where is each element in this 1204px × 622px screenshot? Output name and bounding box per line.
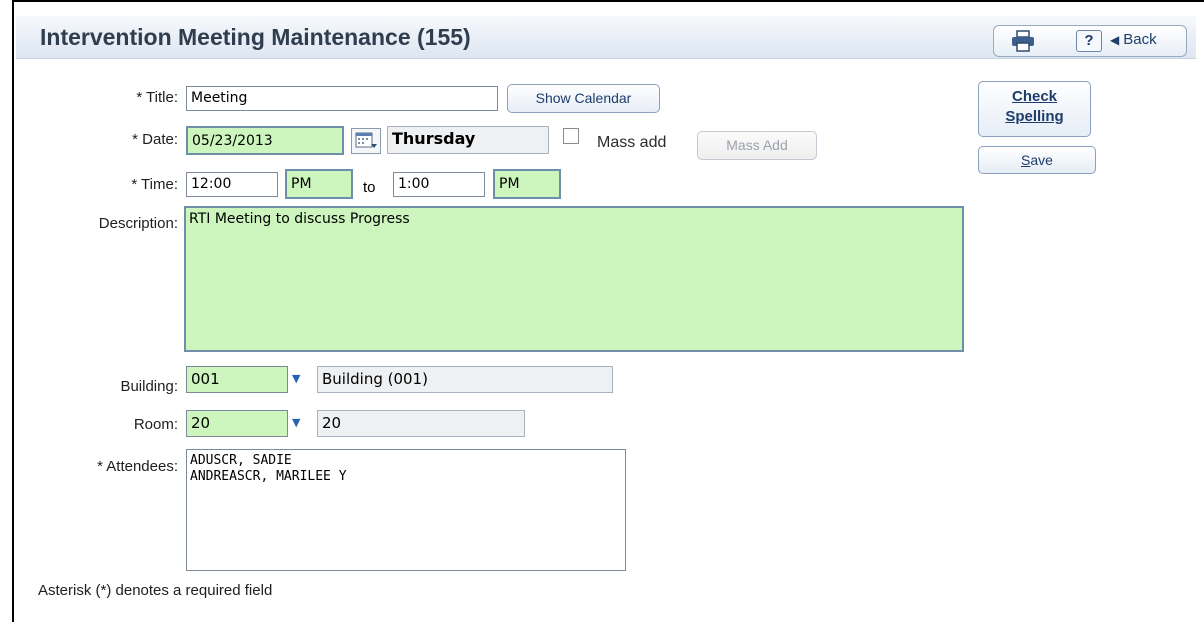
to-label: to bbox=[363, 179, 376, 196]
back-button[interactable]: ◀ Back bbox=[1110, 31, 1157, 48]
page-title: Intervention Meeting Maintenance (155) bbox=[40, 24, 471, 50]
start-time-input[interactable]: 12:00 bbox=[186, 172, 278, 197]
mass-add-button[interactable]: Mass Add bbox=[697, 131, 817, 160]
printer-icon[interactable] bbox=[1010, 30, 1036, 52]
mass-add-checkbox[interactable] bbox=[563, 128, 579, 144]
attendees-label: * Attendees: bbox=[97, 458, 178, 475]
room-code-input[interactable]: 20 bbox=[186, 410, 288, 437]
calendar-icon[interactable] bbox=[351, 128, 381, 154]
title-input[interactable]: Meeting bbox=[186, 86, 498, 111]
save-button[interactable]: Save bbox=[978, 146, 1096, 174]
title-label: * Title: bbox=[136, 89, 178, 106]
back-arrow-icon: ◀ bbox=[1110, 33, 1120, 47]
check-spelling-line1: Check bbox=[1011, 88, 1058, 105]
date-input[interactable]: 05/23/2013 bbox=[186, 126, 344, 155]
dropdown-caret-icon[interactable]: ▼ bbox=[292, 372, 300, 385]
attendees-listbox[interactable]: ADUSCR, SADIE ANDREASCR, MARILEE Y bbox=[186, 449, 626, 571]
date-label: * Date: bbox=[132, 131, 178, 148]
time-label: * Time: bbox=[131, 176, 178, 193]
check-spelling-line2: Spelling bbox=[1005, 108, 1064, 125]
day-of-week-field: Thursday bbox=[387, 126, 549, 154]
room-name-field: 20 bbox=[317, 410, 525, 437]
building-label: Building: bbox=[120, 378, 178, 395]
description-textarea[interactable]: RTI Meeting to discuss Progress bbox=[184, 206, 964, 352]
show-calendar-button[interactable]: Show Calendar bbox=[507, 84, 660, 113]
building-name-field: Building (001) bbox=[317, 366, 613, 393]
start-ampm-field[interactable]: PM bbox=[285, 169, 353, 199]
building-code-input[interactable]: 001 bbox=[186, 366, 288, 393]
end-time-input[interactable]: 1:00 bbox=[393, 172, 485, 197]
help-icon[interactable]: ? bbox=[1076, 30, 1102, 52]
description-label: Description: bbox=[98, 215, 178, 232]
dropdown-caret-icon[interactable]: ▼ bbox=[292, 416, 300, 429]
check-spelling-button[interactable]: Check Spelling bbox=[978, 81, 1091, 137]
mass-add-checkbox-label: Mass add bbox=[597, 134, 667, 151]
list-item[interactable]: ADUSCR, SADIE bbox=[190, 453, 622, 469]
end-ampm-field[interactable]: PM bbox=[493, 169, 561, 199]
room-label: Room: bbox=[133, 416, 178, 433]
list-item[interactable]: ANDREASCR, MARILEE Y bbox=[190, 469, 622, 485]
toolbar: ? ◀ Back bbox=[993, 25, 1187, 57]
required-field-note: Asterisk (*) denotes a required field bbox=[38, 582, 273, 599]
